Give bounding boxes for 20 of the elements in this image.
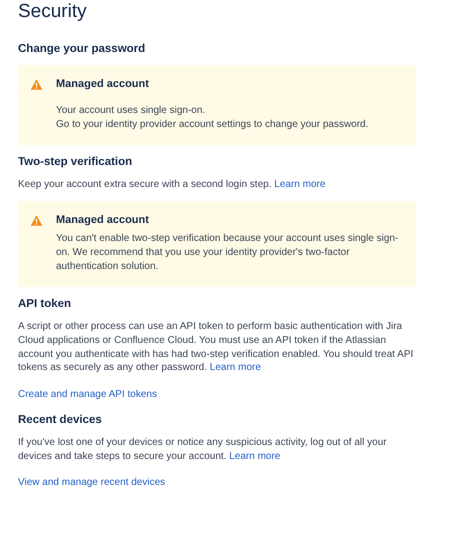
warning-icon [30,78,43,91]
warning-title: Managed account [56,77,150,91]
warning-text: You can't enable two-step verification because your account uses single sign-on. We recommend that you use your identity provider's two-factor authentication solution. [56,232,400,274]
warning-title: Managed account [56,213,150,228]
section-heading: Two-step verification [18,155,134,170]
section-heading: API token [18,297,72,312]
warning-text: Go to your identity provider account settings to change your password. [56,118,370,132]
description-text: A script or other process can use an API token to perform basic authentication with Jira Cloud applications or Confluence Cloud. You must use an API token if the Atlassian account you authenticate with has had two-step verification enabled. You should treat API tokens as securely as any other password. Learn more [18,320,414,376]
learn-more-link[interactable]: Learn more [229,450,280,462]
description-text: Keep your account extra secure with a second login step. Learn more [18,178,326,192]
description-text: If you've lost one of your devices or notice any suspicious activity, log out of all your devices and take steps to secure your account. Learn more [18,436,388,464]
warning-icon [30,214,43,228]
learn-more-link[interactable]: Learn more [274,179,326,190]
section-heading: Recent devices [18,413,103,428]
section-heading: Change your password [18,42,146,56]
action-link[interactable]: View and manage recent devices [18,476,166,490]
learn-more-link[interactable]: Learn more [210,362,261,374]
warning-text: Your account uses single sign-on. [56,104,206,118]
page-title: Security [18,0,88,23]
action-link[interactable]: Create and manage API tokens [18,388,157,402]
